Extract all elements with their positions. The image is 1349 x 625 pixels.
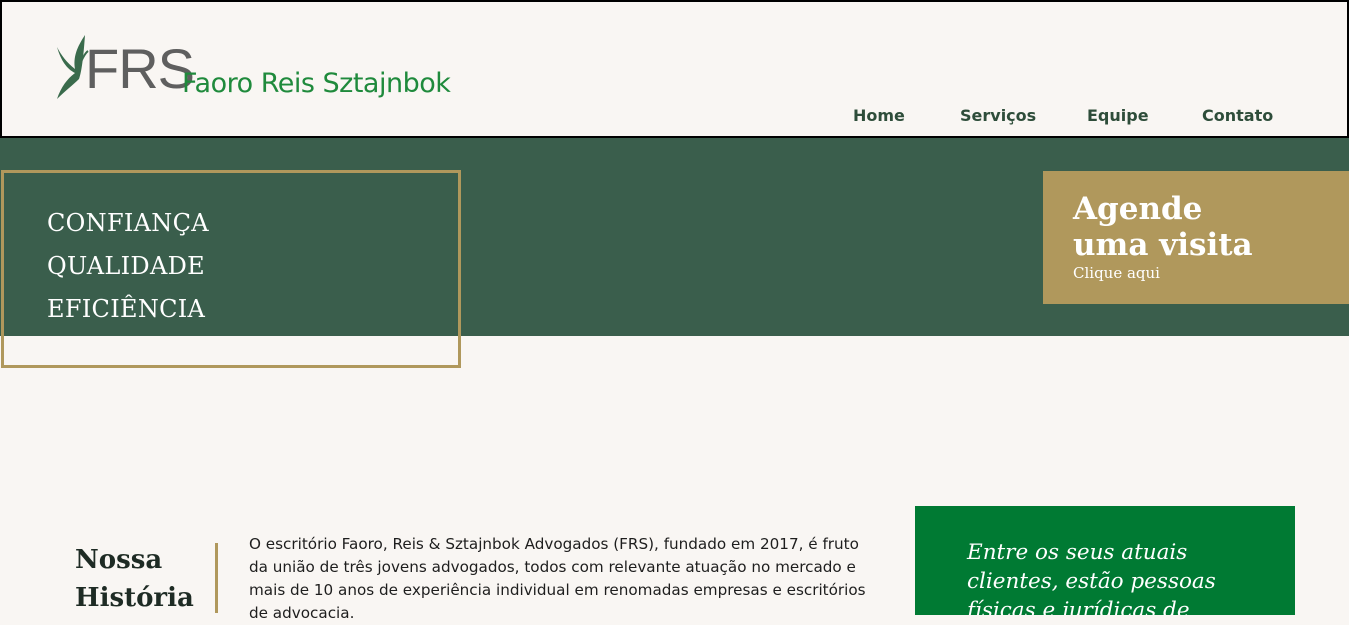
values-box: CONFIANÇA QUALIDADE EFICIÊNCIA — [1, 170, 461, 368]
history-title: Nossa História — [75, 541, 194, 617]
site-header: FRS Faoro Reis Sztajnbok Home Serviços E… — [0, 0, 1349, 138]
history-title-line2: História — [75, 583, 194, 613]
value-confianca: CONFIANÇA — [47, 209, 209, 237]
leaf-logo-icon — [57, 35, 89, 99]
clients-card: Entre os seus atuais clientes, estão pes… — [915, 506, 1295, 615]
nav-contato[interactable]: Contato — [1202, 106, 1273, 125]
visit-title-line1: Agende — [1073, 191, 1203, 227]
value-qualidade: QUALIDADE — [47, 252, 205, 280]
logo-abbr: FRS — [85, 37, 195, 100]
nav-home[interactable]: Home — [853, 106, 905, 125]
value-eficiencia: EFICIÊNCIA — [47, 295, 206, 323]
visit-cta-link[interactable]: Clique aqui — [1073, 264, 1160, 282]
visit-title-line2: uma visita — [1073, 227, 1253, 263]
nav-servicos[interactable]: Serviços — [960, 106, 1036, 125]
schedule-visit-card[interactable]: Agende uma visita Clique aqui — [1043, 171, 1349, 304]
clients-quote: Entre os seus atuais clientes, estão pes… — [967, 540, 1216, 615]
history-divider — [215, 543, 218, 613]
nav-equipe[interactable]: Equipe — [1087, 106, 1149, 125]
history-title-line1: Nossa — [75, 545, 163, 575]
history-text: O escritório Faoro, Reis & Sztajnbok Adv… — [249, 535, 866, 622]
logo-name: Faoro Reis Sztajnbok — [182, 68, 451, 99]
